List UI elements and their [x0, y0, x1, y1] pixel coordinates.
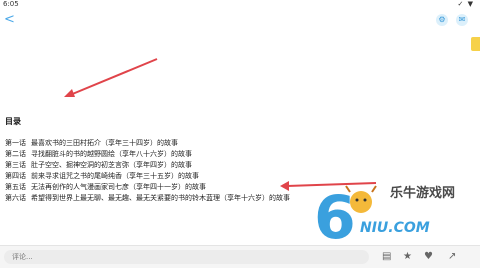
watermark-numeral: 6 — [314, 183, 356, 246]
annotation-arrow-top — [64, 58, 158, 97]
watermark-name: 乐牛游戏网 — [390, 186, 456, 201]
comment-icon[interactable]: ▤ — [382, 251, 391, 263]
comment-input[interactable] — [4, 250, 369, 264]
share-icon[interactable]: ↗ — [448, 251, 456, 263]
bottom-bar: ▤ ★ ♥ ↗ — [0, 245, 480, 268]
like-icon[interactable]: ♥ — [424, 251, 433, 263]
watermark-site: NIU.COM — [360, 220, 430, 236]
watermark-mascot-icon — [350, 191, 372, 213]
star-icon[interactable]: ★ — [403, 251, 412, 263]
